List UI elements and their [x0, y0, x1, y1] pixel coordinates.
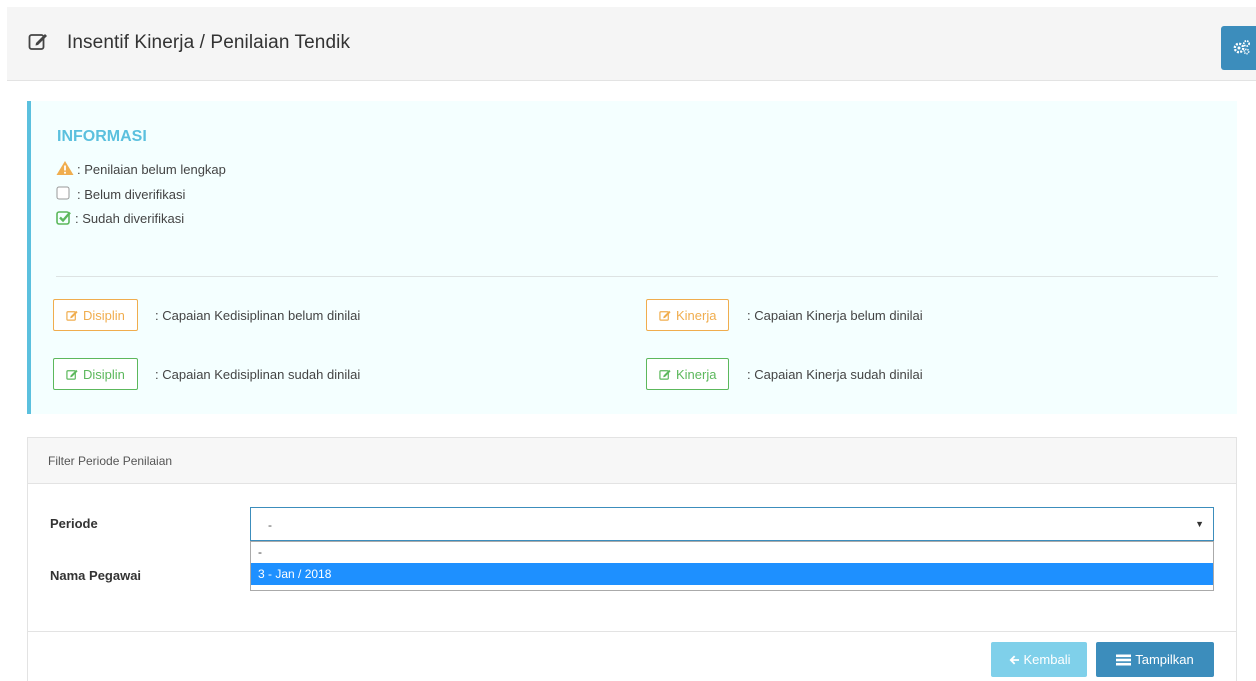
page-title: Insentif Kinerja / Penilaian Tendik [67, 31, 351, 53]
legend-text: : Belum diverifikasi [77, 186, 186, 202]
panel-footer-divider [28, 631, 1236, 632]
arrow-left-icon [1009, 655, 1019, 664]
tampilkan-button[interactable]: Tampilkan [1096, 642, 1214, 677]
legend-unverified: : Belum diverifikasi [56, 185, 185, 203]
page-title-group: Insentif Kinerja / Penilaian Tendik [28, 31, 350, 54]
disiplin-pending-button[interactable]: Disiplin [53, 299, 138, 331]
tampilkan-label: Tampilkan [1135, 652, 1194, 667]
legend-text: : Sudah diverifikasi [75, 211, 185, 226]
gears-icon [1233, 39, 1251, 58]
kinerja-done-button[interactable]: Kinerja [646, 358, 730, 390]
legend-verified: : Sudah diverifikasi [56, 209, 184, 228]
legend-incomplete: : Penilaian belum lengkap [56, 160, 226, 179]
chevron-down-icon: ▼ [1195, 519, 1204, 529]
panel-heading: Filter Periode Penilaian [28, 438, 1236, 484]
checked-box-icon [56, 209, 72, 228]
legend-text: : Penilaian belum lengkap [77, 162, 226, 177]
dropdown-option-highlighted[interactable]: 3 - Jan / 2018 [251, 563, 1213, 585]
warning-icon [56, 160, 74, 179]
settings-button[interactable] [1221, 26, 1256, 70]
button-label: Disiplin [83, 307, 125, 323]
periode-dropdown: - 3 - Jan / 2018 [250, 541, 1214, 591]
kinerja-pending-button[interactable]: Kinerja [646, 299, 730, 331]
page-header: Insentif Kinerja / Penilaian Tendik [7, 7, 1256, 81]
edit-icon [66, 369, 78, 380]
dropdown-option[interactable]: - [251, 542, 1213, 563]
disiplin-pending-desc: : Capaian Kedisiplinan belum dinilai [155, 308, 361, 323]
list-icon [1116, 654, 1132, 665]
disiplin-done-desc: : Capaian Kedisiplinan sudah dinilai [155, 367, 361, 382]
periode-selected-value: - [268, 518, 272, 532]
kinerja-done-desc: : Capaian Kinerja sudah dinilai [747, 367, 923, 382]
info-callout: INFORMASI : Penilaian belum lengkap : Be… [27, 101, 1237, 414]
edit-icon [66, 310, 78, 321]
edit-icon [659, 369, 671, 380]
info-title: INFORMASI [57, 128, 147, 145]
back-label: Kembali [1023, 652, 1071, 667]
periode-select[interactable]: - ▼ [250, 507, 1214, 541]
disiplin-done-button[interactable]: Disiplin [53, 358, 138, 390]
back-button[interactable]: Kembali [991, 642, 1087, 677]
unchecked-box-icon [56, 185, 71, 203]
edit-icon [28, 31, 48, 54]
button-label: Disiplin [83, 366, 125, 382]
kinerja-pending-desc: : Capaian Kinerja belum dinilai [747, 308, 923, 323]
nama-pegawai-label: Nama Pegawai [50, 568, 142, 583]
filter-panel: Filter Periode Penilaian Periode - ▼ - 3… [27, 437, 1237, 681]
info-divider [56, 276, 1218, 277]
button-label: Kinerja [676, 307, 717, 323]
button-label: Kinerja [676, 366, 717, 382]
periode-label: Periode [50, 516, 98, 531]
edit-icon [659, 310, 671, 321]
